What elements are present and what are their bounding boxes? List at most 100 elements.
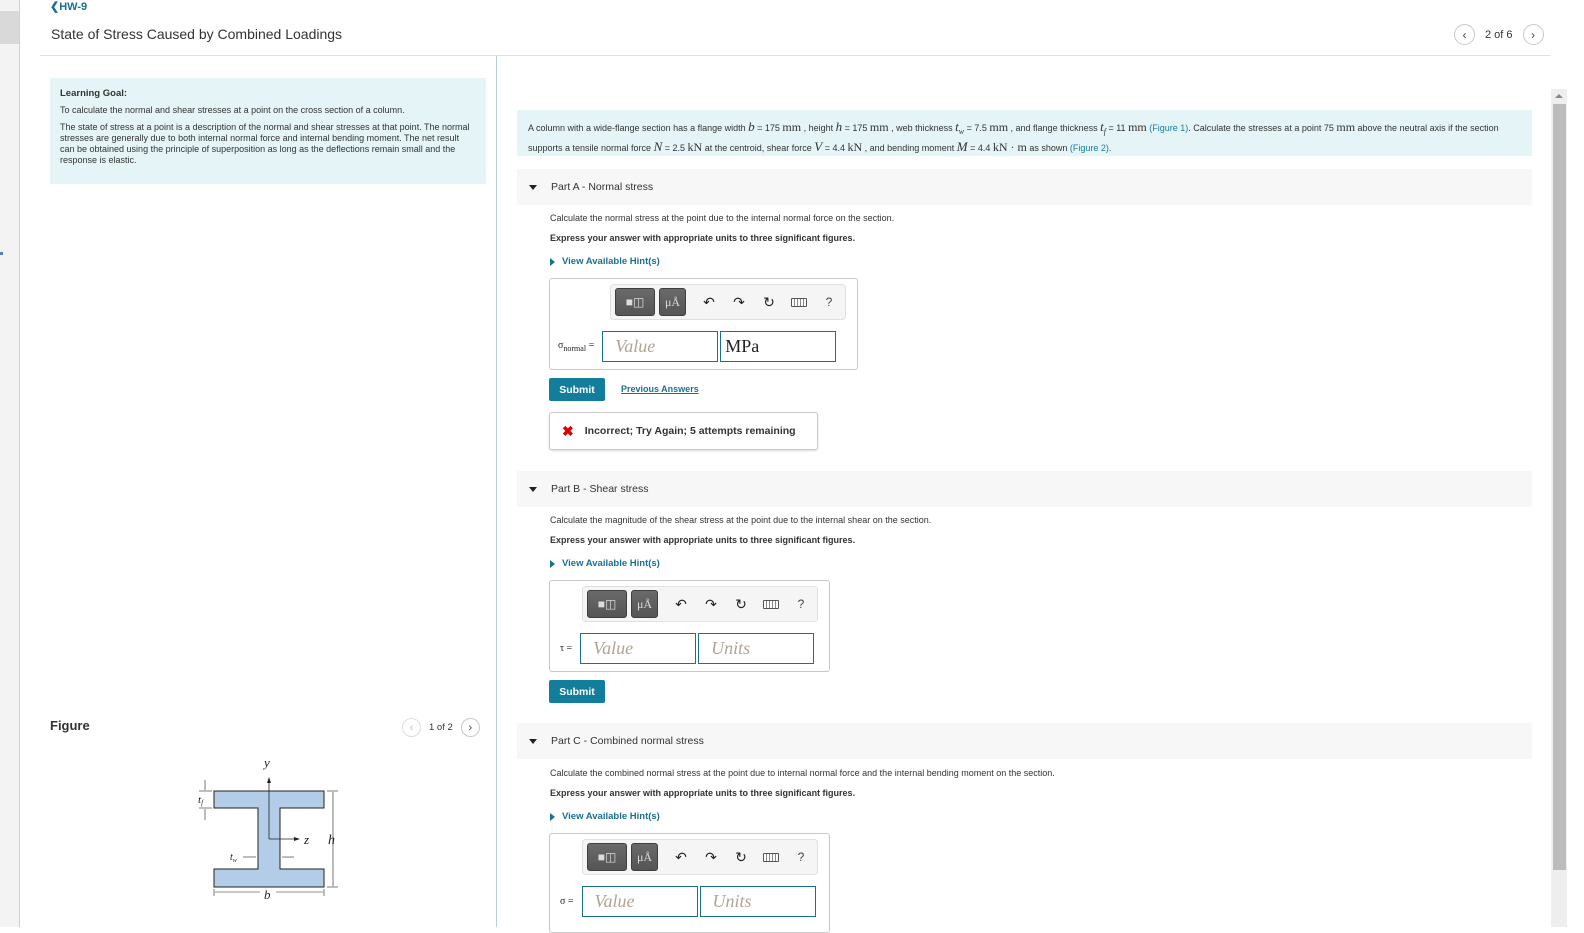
previous-answers-link[interactable]: Previous Answers — [621, 384, 699, 394]
scroll-up-arrow-icon[interactable] — [1555, 94, 1563, 98]
previous-figure-button[interactable]: ‹ — [402, 718, 421, 737]
incorrect-x-icon: ✖ — [562, 422, 574, 439]
undo-icon[interactable]: ↶ — [666, 596, 696, 613]
chevron-right-icon: › — [468, 721, 473, 734]
problem-pager: ‹ 2 of 6 › — [1454, 24, 1544, 45]
part-c-body: Calculate the combined normal stress at … — [550, 768, 1055, 822]
part-a-feedback: ✖ Incorrect; Try Again; 5 attempts remai… — [549, 412, 818, 450]
chevron-left-icon: ‹ — [1462, 27, 1467, 42]
keyboard-icon[interactable] — [756, 596, 786, 612]
expand-triangle-icon — [550, 559, 555, 568]
figure-2-link[interactable]: (Figure 2) — [1070, 143, 1109, 153]
tf-label: tf — [198, 794, 204, 807]
next-problem-button[interactable]: › — [1522, 24, 1544, 45]
part-a-math-toolbar: ■◫ μÅ ↶ ↷ ↻ ? — [610, 284, 846, 320]
learning-goal-text: To calculate the normal and shear stress… — [60, 105, 405, 115]
part-c-input-row: σ = Value Units — [560, 886, 818, 917]
h-label: h — [328, 833, 335, 848]
part-c-header[interactable]: Part C - Combined normal stress — [517, 723, 1532, 759]
part-c-math-toolbar: ■◫ μÅ ↶ ↷ ↻ ? — [582, 839, 818, 875]
part-b-express: Express your answer with appropriate uni… — [550, 535, 856, 545]
part-a-value-input[interactable]: Value — [602, 331, 719, 362]
part-c-answer-box: ■◫ μÅ ↶ ↷ ↻ ? σ = Value Units — [549, 833, 830, 933]
y-axis-arrow — [267, 777, 271, 783]
part-b-title: Part B - Shear stress — [551, 483, 649, 495]
help-icon[interactable]: ? — [786, 850, 816, 864]
z-label: z — [303, 832, 309, 847]
help-icon[interactable]: ? — [814, 295, 844, 309]
tw-label: tw — [230, 852, 237, 864]
part-b-input-row: τ = Value Units — [560, 633, 816, 664]
y-label: y — [262, 755, 270, 770]
redo-icon[interactable]: ↷ — [696, 596, 726, 613]
units-symbols-button[interactable]: μÅ — [631, 590, 658, 618]
templates-button[interactable]: ■◫ — [615, 288, 655, 316]
previous-problem-button[interactable]: ‹ — [1454, 24, 1475, 45]
problem-statement: A column with a wide-flange section has … — [517, 110, 1532, 156]
redo-icon[interactable]: ↷ — [724, 294, 754, 311]
help-icon[interactable]: ? — [786, 597, 816, 611]
part-c-value-input[interactable]: Value — [581, 886, 698, 917]
figure-1-link[interactable]: (Figure 1) — [1149, 123, 1188, 133]
reset-icon[interactable]: ↻ — [726, 596, 756, 613]
part-b-value-input[interactable]: Value — [580, 633, 697, 664]
part-a-hints-link[interactable]: View Available Hint(s) — [550, 256, 894, 267]
part-b-body: Calculate the magnitude of the shear str… — [550, 515, 931, 569]
part-b-hints-link[interactable]: View Available Hint(s) — [550, 558, 931, 569]
sigma-label: σ = — [560, 896, 574, 907]
collapse-triangle-icon — [529, 184, 537, 190]
sidebar-marker — [0, 252, 3, 255]
fraction-template-icon: ■◫ — [597, 596, 617, 611]
figure-title: Figure — [50, 718, 90, 733]
part-c-units-input[interactable]: Units — [699, 886, 816, 917]
header-divider — [40, 55, 1550, 56]
part-c-express: Express your answer with appropriate uni… — [550, 788, 856, 798]
part-b-header[interactable]: Part B - Shear stress — [517, 471, 1532, 507]
part-a-title: Part A - Normal stress — [551, 181, 654, 193]
templates-button[interactable]: ■◫ — [587, 590, 627, 618]
part-a-input-row: σnormal = Value MPa — [558, 331, 838, 362]
part-b-submit-button[interactable]: Submit — [549, 680, 605, 703]
keyboard-icon[interactable] — [784, 294, 814, 310]
back-to-assignment-link[interactable]: ❮HW-9 — [50, 0, 87, 13]
wide-flange-cross-section-figure: y z h b tf tw — [198, 755, 338, 900]
redo-icon[interactable]: ↷ — [696, 849, 726, 866]
part-a-body: Calculate the normal stress at the point… — [550, 213, 894, 267]
part-a-units-input[interactable]: MPa — [720, 331, 837, 362]
tau-label: τ = — [560, 643, 573, 654]
reset-icon[interactable]: ↻ — [754, 294, 784, 311]
units-symbols-button[interactable]: μÅ — [631, 843, 658, 871]
fraction-template-icon: ■◫ — [625, 294, 645, 309]
figure-pager-text: 1 of 2 — [429, 722, 453, 733]
part-c-hints-link[interactable]: View Available Hint(s) — [550, 811, 1055, 822]
part-b-instruction: Calculate the magnitude of the shear str… — [550, 515, 932, 525]
keyboard-icon[interactable] — [756, 849, 786, 865]
part-a-header[interactable]: Part A - Normal stress — [517, 169, 1532, 205]
templates-button[interactable]: ■◫ — [587, 843, 627, 871]
undo-icon[interactable]: ↶ — [666, 849, 696, 866]
part-a-answer-box: ■◫ μÅ ↶ ↷ ↻ ? σnormal = Value MPa — [549, 278, 858, 370]
part-a-submit-button[interactable]: Submit — [549, 378, 605, 401]
part-b-units-input[interactable]: Units — [698, 633, 815, 664]
part-a-instruction: Calculate the normal stress at the point… — [550, 213, 895, 223]
chevron-right-icon: › — [1531, 27, 1536, 42]
figure-pager: ‹ 1 of 2 › — [402, 718, 480, 737]
part-c-title: Part C - Combined normal stress — [551, 735, 704, 747]
expand-triangle-icon — [550, 812, 555, 821]
part-c-instruction: Calculate the combined normal stress at … — [550, 768, 1055, 778]
next-figure-button[interactable]: › — [460, 718, 480, 737]
units-symbols-button[interactable]: μÅ — [659, 288, 686, 316]
pane-divider[interactable] — [496, 56, 497, 927]
sidebar-tab[interactable] — [0, 11, 19, 44]
undo-icon[interactable]: ↶ — [694, 294, 724, 311]
left-sidebar-strip — [0, 0, 20, 927]
collapse-triangle-icon — [529, 486, 537, 492]
part-b-answer-box: ■◫ μÅ ↶ ↷ ↻ ? τ = Value Units — [549, 580, 830, 672]
scrollbar-thumb[interactable] — [1553, 104, 1566, 870]
collapse-triangle-icon — [529, 738, 537, 744]
learning-goal-description: The state of stress at a point is a desc… — [60, 122, 470, 165]
reset-icon[interactable]: ↻ — [726, 849, 756, 866]
vertical-scrollbar[interactable] — [1551, 89, 1567, 927]
part-a-express: Express your answer with appropriate uni… — [550, 233, 856, 243]
z-axis-arrow — [294, 837, 300, 841]
